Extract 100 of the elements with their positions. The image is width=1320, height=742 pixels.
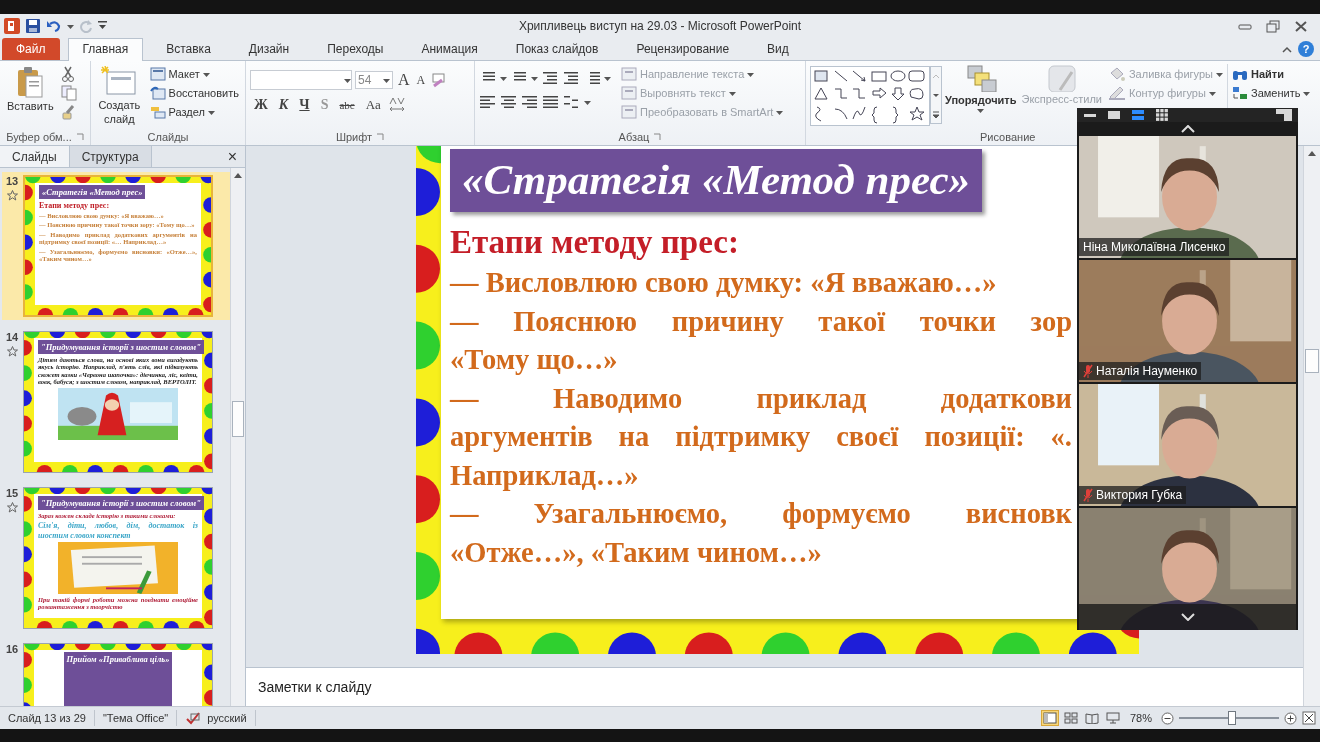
arrange-button[interactable]: Упорядочить bbox=[944, 64, 1018, 129]
ribbon-tab[interactable]: Файл bbox=[2, 38, 60, 60]
zoom-in-icon[interactable] bbox=[1284, 711, 1297, 725]
group-label: Абзац bbox=[618, 131, 650, 143]
caret-icon[interactable] bbox=[977, 108, 985, 113]
align-right-icon[interactable] bbox=[521, 94, 539, 110]
notes-field[interactable]: Заметки к слайду bbox=[246, 667, 1303, 706]
slide-text-line: — Наводимо приклад додаткови bbox=[450, 381, 1072, 416]
find-button[interactable]: Найти bbox=[1230, 66, 1313, 82]
format-painter-icon[interactable] bbox=[60, 104, 77, 120]
change-case-button[interactable]: Aa bbox=[361, 96, 385, 114]
restore-icon[interactable] bbox=[1266, 19, 1280, 33]
pane-tab[interactable]: Слайды bbox=[0, 146, 70, 167]
clipboard-icon bbox=[16, 66, 45, 98]
animation-star-icon[interactable] bbox=[6, 502, 18, 513]
font-field[interactable] bbox=[250, 70, 352, 90]
minimize-view-button[interactable] bbox=[1083, 113, 1097, 117]
pane-tab[interactable]: Структура bbox=[69, 146, 152, 167]
fit-to-window-icon[interactable] bbox=[1302, 711, 1316, 725]
close-button[interactable]: × bbox=[219, 146, 245, 167]
layout-button[interactable]: Макет bbox=[147, 66, 241, 82]
slide-sorter-button[interactable] bbox=[1062, 711, 1079, 725]
window-title: Хрипливець виступ на 29.03 - Microsoft PowerPoint bbox=[518, 19, 802, 33]
caret-icon[interactable] bbox=[604, 75, 611, 81]
grow-font-button[interactable]: A bbox=[396, 71, 412, 89]
strikethrough-button[interactable]: abc bbox=[335, 98, 359, 112]
reading-view-button[interactable] bbox=[1083, 711, 1100, 725]
slide-thumbnail[interactable] bbox=[23, 487, 213, 629]
character-spacing-icon[interactable] bbox=[387, 97, 406, 113]
section-button[interactable]: Раздел bbox=[147, 104, 241, 120]
new-slide-button[interactable]: Создать слайд bbox=[95, 64, 144, 129]
pop-out-icon[interactable] bbox=[1276, 109, 1292, 121]
thumbnail-heading: Етапи методу прес: bbox=[39, 201, 111, 210]
app-icon[interactable] bbox=[4, 18, 20, 34]
slide-thumbnail[interactable] bbox=[23, 175, 213, 317]
customize-icon[interactable] bbox=[98, 21, 107, 31]
columns-icon[interactable] bbox=[563, 94, 581, 110]
caret-icon[interactable] bbox=[531, 75, 538, 81]
zoom-level[interactable]: 78% bbox=[1129, 712, 1152, 724]
ribbon-tab[interactable]: Вид bbox=[752, 38, 804, 60]
slide-thumbnail[interactable] bbox=[23, 331, 213, 473]
caret-icon[interactable] bbox=[344, 77, 351, 83]
speaker-view-button[interactable] bbox=[1107, 108, 1121, 122]
slideshow-button[interactable] bbox=[1104, 711, 1121, 725]
ribbon-tab[interactable]: Показ слайдов bbox=[500, 38, 614, 60]
paste-button[interactable]: Вставить bbox=[4, 64, 57, 129]
theme-name: "Тема Office" bbox=[102, 712, 169, 724]
slide-text-line: — Узагальнюємо, формуємо висновк bbox=[450, 497, 1072, 531]
ribbon-tab[interactable]: Рецензирование bbox=[621, 38, 745, 60]
save-icon[interactable] bbox=[25, 18, 41, 34]
reset-button[interactable]: Восстановить bbox=[147, 85, 241, 101]
justify-icon[interactable] bbox=[542, 94, 560, 110]
ribbon-tab[interactable]: Вставка bbox=[151, 38, 226, 60]
scroll-thumb[interactable] bbox=[1305, 349, 1319, 373]
participant-name: Наталія Науменко bbox=[1096, 363, 1198, 379]
close-icon[interactable] bbox=[1294, 19, 1308, 33]
caret-icon[interactable] bbox=[1303, 90, 1311, 96]
align-center-icon[interactable] bbox=[500, 94, 518, 110]
scroll-down-icon[interactable] bbox=[1180, 613, 1195, 621]
shape-gallery[interactable] bbox=[810, 66, 930, 126]
replace-button[interactable]: Заменить bbox=[1230, 85, 1313, 101]
gallery-view-button[interactable] bbox=[1155, 108, 1169, 122]
align-left-icon[interactable] bbox=[479, 94, 497, 110]
ribbon-tab[interactable]: Дизайн bbox=[233, 38, 305, 60]
underline-button[interactable]: Ч bbox=[295, 96, 314, 114]
thumbnail-text: Сім'я, діти, любов, дім, достаток із шостим словом конспект bbox=[38, 521, 198, 540]
font-size-field[interactable]: 54 bbox=[355, 71, 393, 89]
help-button[interactable]: ? bbox=[1298, 41, 1314, 57]
strip-view-button[interactable] bbox=[1131, 108, 1145, 122]
animation-star-icon[interactable] bbox=[6, 190, 18, 201]
strip-icon bbox=[1131, 108, 1145, 122]
scroll-thumb[interactable] bbox=[232, 401, 244, 437]
normal-view-button[interactable] bbox=[1041, 711, 1058, 725]
decrease-indent-icon[interactable] bbox=[541, 70, 559, 86]
ribbon-tab[interactable]: Анимация bbox=[406, 38, 493, 60]
gallery-scroll-icon[interactable] bbox=[930, 66, 942, 124]
scroll-up-icon[interactable] bbox=[1180, 125, 1195, 133]
caret-icon[interactable] bbox=[383, 77, 390, 83]
undo-icon[interactable] bbox=[46, 18, 62, 34]
ribbon-tab[interactable]: Главная bbox=[67, 38, 144, 61]
caret-icon[interactable] bbox=[584, 99, 591, 105]
ribbon-tab[interactable]: Переходы bbox=[312, 38, 399, 60]
minimize-icon[interactable] bbox=[1238, 21, 1252, 31]
caret-icon[interactable] bbox=[500, 75, 507, 81]
cut-icon[interactable] bbox=[60, 66, 75, 82]
collapse-icon[interactable] bbox=[1282, 45, 1292, 53]
italic-button[interactable]: К bbox=[274, 96, 293, 114]
spellcheck-icon[interactable] bbox=[185, 711, 202, 725]
shrink-font-button[interactable]: A bbox=[414, 72, 428, 88]
increase-indent-icon[interactable] bbox=[562, 70, 580, 86]
caret-icon[interactable] bbox=[67, 23, 74, 29]
zoom-out-icon[interactable] bbox=[1161, 711, 1174, 725]
scroll-up-icon[interactable] bbox=[233, 171, 243, 179]
caret-icon[interactable] bbox=[207, 109, 215, 115]
bold-button[interactable]: Ж bbox=[250, 96, 272, 114]
scroll-up-icon[interactable] bbox=[1307, 149, 1317, 157]
caret-icon[interactable] bbox=[202, 71, 210, 77]
slide-thumbnail[interactable]: Прийом «Приваблива ціль» bbox=[23, 643, 213, 706]
animation-star-icon[interactable] bbox=[6, 346, 18, 357]
zoom-slider-thumb[interactable] bbox=[1228, 711, 1236, 725]
